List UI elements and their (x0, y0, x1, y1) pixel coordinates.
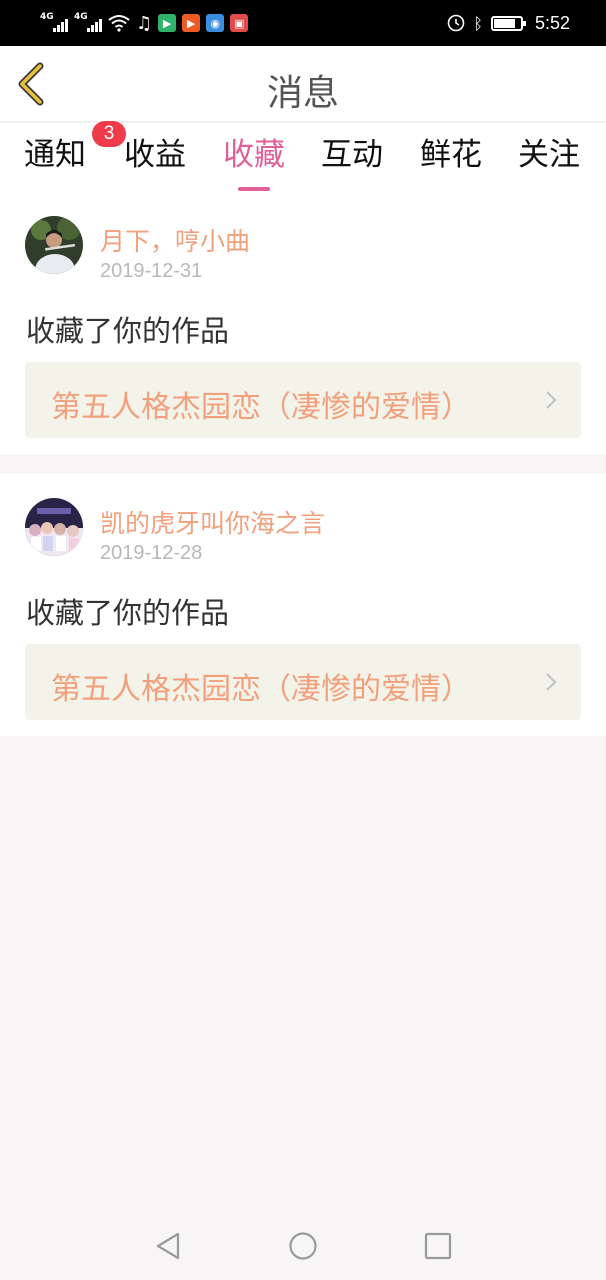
tab-label: 关注 (518, 137, 580, 173)
battery-fill (493, 18, 515, 28)
avatar[interactable] (25, 498, 83, 556)
tab-label: 通知 (24, 137, 86, 173)
work-link[interactable]: 第五人格杰园恋（凄惨的爱情） (25, 362, 581, 438)
network-type-2: 4G (74, 12, 88, 22)
store-app-icon: ▣ (230, 14, 249, 32)
message-card: 月下，哼小曲 2019-12-31 收藏了你的作品 第五人格杰园恋（凄惨的爱情） (0, 192, 606, 454)
action-text: 收藏了你的作品 (26, 314, 230, 348)
status-left: 4G 4G ♫ ▶ ▶ ◉ ▣ (40, 11, 249, 35)
bluetooth-icon: ᛒ (473, 13, 483, 33)
username[interactable]: 月下，哼小曲 (100, 222, 250, 258)
battery-icon (490, 15, 526, 31)
wifi-icon (108, 15, 130, 32)
active-tab-indicator (238, 187, 270, 191)
browser-app-icon: ◉ (206, 14, 225, 32)
status-right: ᛒ 5:52 (447, 11, 570, 35)
message-card: 凯的虎牙叫你海之言 2019-12-28 收藏了你的作品 第五人格杰园恋（凄惨的… (0, 474, 606, 736)
message-date: 2019-12-31 (100, 260, 203, 282)
avatar[interactable] (25, 216, 83, 274)
work-title: 第五人格杰园恋（凄惨的爱情） (51, 390, 471, 425)
tab-label: 互动 (321, 137, 383, 173)
chevron-right-icon (546, 391, 557, 409)
message-date: 2019-12-28 (100, 542, 203, 564)
home-circle-icon[interactable] (287, 1230, 319, 1262)
signal-icon-2: 4G (74, 12, 102, 34)
tab-label: 收藏 (223, 137, 285, 173)
back-triangle-icon[interactable] (152, 1230, 184, 1262)
alarm-icon (448, 14, 465, 32)
music-icon: ♫ (136, 12, 153, 34)
tab-interactions[interactable]: 互动 (307, 131, 397, 179)
system-navigation-bar (0, 1212, 606, 1280)
tencent-video-icon: ▶ (182, 14, 201, 32)
network-type-1: 4G (40, 12, 54, 22)
tab-label: 鲜花 (420, 137, 482, 173)
work-link[interactable]: 第五人格杰园恋（凄惨的爱情） (25, 644, 581, 720)
recents-square-icon[interactable] (422, 1230, 454, 1262)
action-text: 收藏了你的作品 (26, 596, 230, 630)
clock: 5:52 (534, 12, 570, 33)
tab-earnings[interactable]: 收益 (110, 131, 200, 179)
status-bar: 4G 4G ♫ ▶ ▶ ◉ ▣ ᛒ 5:52 (0, 0, 606, 46)
video-app-icon: ▶ (158, 14, 177, 32)
header: 消息 (0, 46, 606, 122)
tab-notifications[interactable]: 通知 3 (10, 121, 126, 179)
work-title: 第五人格杰园恋（凄惨的爱情） (51, 672, 471, 707)
signal-icon: 4G (40, 12, 68, 34)
tab-flowers[interactable]: 鲜花 (406, 131, 496, 179)
tab-following[interactable]: 关注 (504, 131, 594, 179)
tab-favorites[interactable]: 收藏 (209, 131, 299, 191)
tab-label: 收益 (124, 137, 186, 173)
chevron-right-icon (546, 673, 557, 691)
page-title: 消息 (266, 73, 339, 114)
username[interactable]: 凯的虎牙叫你海之言 (100, 504, 325, 540)
tab-bar: 通知 3 收益 收藏 互动 鲜花 关注 (0, 121, 606, 192)
